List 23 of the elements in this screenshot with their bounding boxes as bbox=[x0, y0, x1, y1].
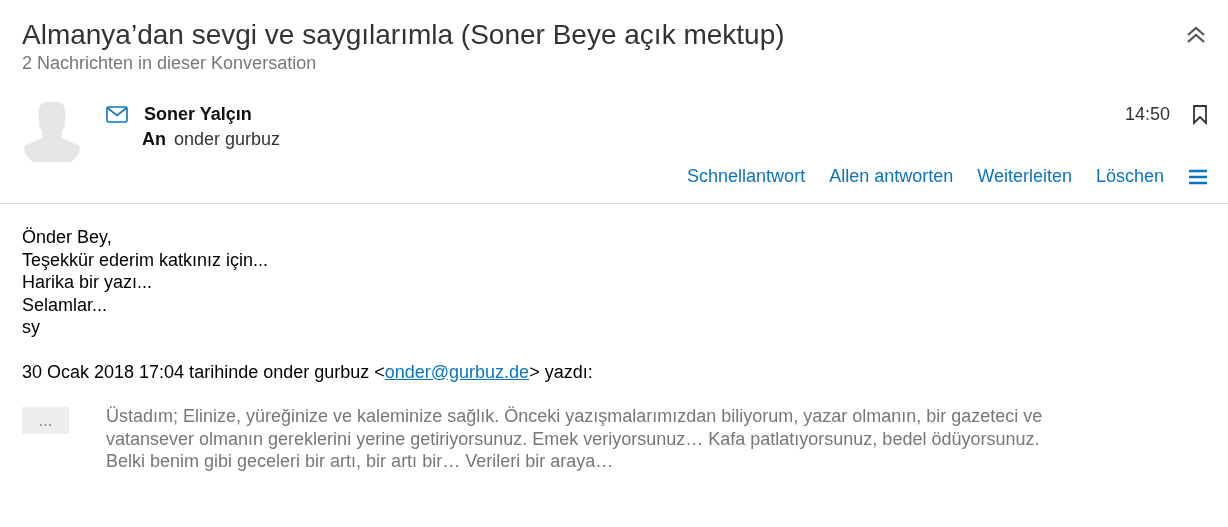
sender-name: Soner Yalçın bbox=[144, 104, 252, 125]
body-line: sy bbox=[22, 316, 41, 339]
quoted-text: Üstadım; Elinize, yüreğinize ve kaleminize sağlık. Önceki yazışmalarımızdan biliyorum, yazar olmanın, bir gazeteci ve vatansever olmanın gereklerini yerine getiriyorsunuz. Emek veriyorsunuz… Kafa patlatıyorsunuz, bedel ödüyorsunuz. Belki benim gibi geceleri bir artı, bir artı bir… Verileri bir araya… bbox=[106, 405, 1044, 473]
email-link[interactable]: onder@gurbuz.de bbox=[384, 361, 530, 382]
conversation-title: Almanya’dan sevgi ve saygılarımla (Soner Beye açık mektup) bbox=[22, 18, 785, 52]
recipient-name: onder gurbuz bbox=[174, 129, 281, 150]
body-line: Önder Bey, bbox=[22, 226, 113, 249]
action-link[interactable]: Allen antworten bbox=[829, 166, 954, 187]
action-link[interactable]: Schnellantwort bbox=[687, 166, 806, 187]
avatar-icon bbox=[24, 102, 80, 162]
to-label: An bbox=[142, 129, 166, 150]
action-link[interactable]: Weiterleiten bbox=[977, 166, 1072, 187]
body-line: Teşekkür ederim katkınız için... bbox=[22, 248, 270, 271]
expand-button[interactable]: ... bbox=[22, 407, 69, 434]
action-link[interactable]: Löschen bbox=[1095, 166, 1164, 187]
menu-icon[interactable] bbox=[1188, 168, 1208, 185]
quote-header: 30 Ocak 2018 17:04 tarihinde onder gurbuz <onder@gurbuz.de> yazdı: bbox=[22, 360, 594, 383]
bookmark-icon[interactable] bbox=[1192, 104, 1208, 125]
message-count: 2 Nachrichten in dieser Konversation bbox=[22, 52, 318, 74]
message-time: 14:50 bbox=[1124, 104, 1170, 125]
body-line: Selamlar... bbox=[22, 293, 109, 316]
body-line: Harika bir yazı... bbox=[22, 271, 154, 294]
collapse-icon[interactable] bbox=[1186, 26, 1206, 44]
